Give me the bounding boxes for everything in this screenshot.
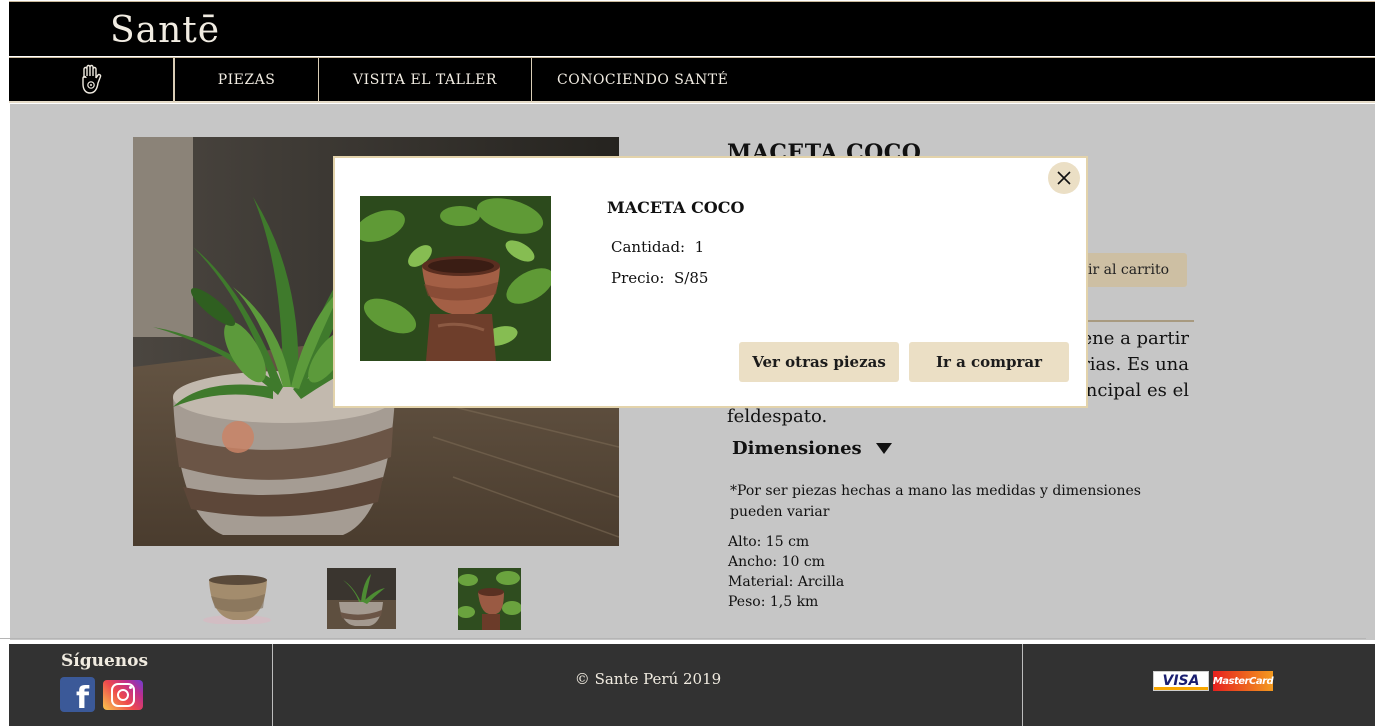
modal-product-image [360, 196, 551, 361]
maceta-coco-image [360, 196, 551, 361]
social-links: f [60, 677, 143, 714]
top-header: Santē [9, 1, 1375, 56]
price-label: Precio: [611, 269, 665, 287]
modal-price: Precio: S/85 [611, 269, 708, 287]
price-value: S/85 [673, 269, 709, 287]
product-specs: Alto: 15 cm Ancho: 10 cm Material: Arcil… [728, 532, 844, 612]
view-other-pieces-label: Ver otras piezas [752, 353, 886, 371]
thumbnail-1[interactable] [197, 568, 273, 624]
site-footer: Síguenos f © Sante Perú 2019 VISA Master… [9, 644, 1375, 726]
thumbnail-2[interactable] [327, 568, 396, 629]
brand-logo[interactable]: Santē [110, 10, 220, 51]
footer-separator [1022, 644, 1023, 726]
modal-quantity: Cantidad: 1 [611, 238, 704, 256]
quantity-label: Cantidad: [611, 238, 686, 256]
hamsa-hand-icon [82, 64, 102, 94]
dimensions-label: Dimensiones [732, 438, 862, 459]
spec-material: Material: Arcilla [728, 574, 845, 590]
nav-home[interactable] [9, 58, 174, 102]
coco-thumbnail-image [458, 568, 521, 630]
nav-item-label: PIEZAS [217, 72, 276, 88]
dimensions-note: *Por ser piezas hechas a mano las medida… [730, 483, 1141, 520]
nav-item-label: VISITA EL TALLER [353, 72, 497, 88]
go-to-checkout-button[interactable]: Ir a comprar [909, 342, 1069, 382]
close-icon [1057, 171, 1071, 185]
view-other-pieces-button[interactable]: Ver otras piezas [739, 342, 899, 382]
footer-social: Síguenos f [9, 644, 273, 726]
main-nav: PIEZAS VISITA EL TALLER CONOCIENDO SANTÉ [9, 57, 1375, 103]
nav-item-conociendo-sante[interactable]: CONOCIENDO SANTÉ [532, 58, 792, 102]
caret-down-icon [875, 443, 892, 454]
follow-us-label: Síguenos [61, 651, 149, 671]
facebook-icon[interactable]: f [60, 677, 95, 714]
nav-item-label: CONOCIENDO SANTÉ [557, 72, 729, 88]
mastercard-icon: MasterCard [1213, 671, 1274, 691]
cup-thumbnail-image [197, 568, 273, 624]
quantity-value: 1 [694, 238, 705, 256]
nav-item-piezas[interactable]: PIEZAS [174, 58, 319, 102]
spec-peso: Peso: 1,5 km [728, 594, 819, 610]
copyright-text: © Sante Perú 2019 [574, 670, 722, 688]
visa-card-icon: VISA [1153, 671, 1209, 691]
nav-item-visita-el-taller[interactable]: VISITA EL TALLER [319, 58, 532, 102]
section-divider [1070, 320, 1194, 322]
spec-alto: Alto: 15 cm [728, 534, 810, 550]
go-to-checkout-label: Ir a comprar [935, 353, 1043, 371]
added-to-cart-modal: MACETA COCO Cantidad: 1 Precio: S/85 Ver… [333, 156, 1088, 408]
instagram-icon[interactable] [103, 680, 143, 710]
modal-product-title: MACETA COCO [607, 198, 745, 217]
footer-divider [0, 638, 1366, 639]
dimensions-toggle[interactable]: Dimensiones [732, 438, 892, 459]
close-button[interactable] [1048, 162, 1080, 194]
payment-methods: VISA MasterCard [1153, 671, 1274, 691]
thumbnail-3[interactable] [458, 568, 521, 630]
spec-ancho: Ancho: 10 cm [728, 554, 825, 570]
plant-thumbnail-image [327, 568, 396, 629]
